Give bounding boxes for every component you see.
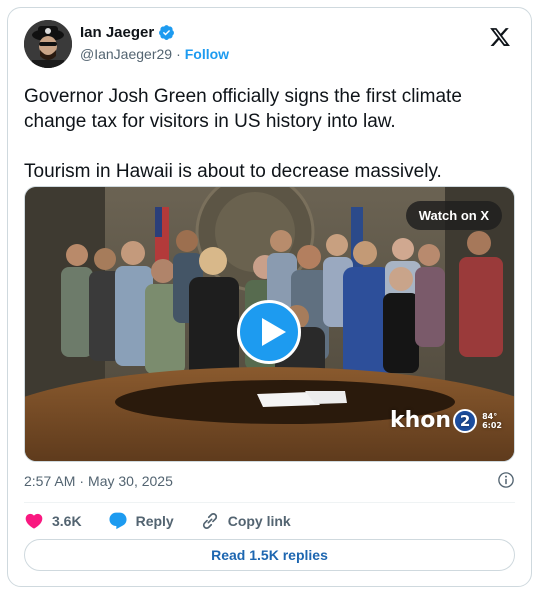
play-icon [262, 318, 286, 346]
video-player[interactable]: Watch on X khon 2 84° 6:02 [24, 186, 515, 462]
read-replies-button[interactable]: Read 1.5K replies [24, 539, 515, 571]
handle-row: @IanJaeger29 · Follow [80, 46, 229, 62]
verified-badge-icon [159, 25, 175, 40]
action-bar: 3.6K Reply Copy link [24, 511, 317, 531]
handle-separator: · [176, 46, 181, 62]
avatar[interactable] [24, 20, 72, 68]
reply-icon [109, 512, 127, 530]
author-handle[interactable]: @IanJaeger29 [80, 46, 172, 62]
divider [24, 502, 515, 503]
station-temp: 84° [482, 411, 498, 421]
watch-on-x-button[interactable]: Watch on X [405, 201, 502, 230]
like-button[interactable]: 3.6K [24, 511, 82, 531]
link-icon [202, 513, 217, 529]
station-info: 84° 6:02 [482, 412, 502, 430]
reply-label: Reply [135, 513, 174, 529]
info-icon[interactable] [497, 471, 515, 489]
copy-link-label: Copy link [227, 513, 291, 529]
like-count: 3.6K [52, 513, 82, 529]
station-number: 2 [453, 408, 478, 433]
follow-button[interactable]: Follow [185, 46, 229, 62]
tweet-card: Ian Jaeger @IanJaeger29 · Follow Governo… [7, 7, 532, 587]
read-replies-label: Read 1.5K replies [211, 547, 328, 563]
play-button[interactable] [237, 300, 301, 364]
reply-button[interactable]: Reply [108, 511, 174, 531]
timestamp-separator: · [79, 473, 85, 489]
station-logo: khon [390, 408, 452, 433]
tweet-timestamp[interactable]: 2:57 AM · May 30, 2025 [24, 473, 173, 489]
tweet-time: 2:57 AM [24, 473, 76, 489]
copy-link-button[interactable]: Copy link [200, 511, 291, 531]
tweet-text: Governor Josh Green officially signs the… [24, 86, 462, 182]
x-logo-icon[interactable] [489, 26, 511, 48]
tweet-date: May 30, 2025 [88, 473, 173, 489]
heart-icon [25, 513, 43, 529]
author-name[interactable]: Ian Jaeger [80, 24, 154, 41]
name-row: Ian Jaeger [80, 24, 175, 41]
station-time: 6:02 [482, 420, 502, 430]
tweet-header: Ian Jaeger @IanJaeger29 · Follow [24, 20, 515, 68]
station-watermark: khon 2 84° 6:02 [390, 408, 502, 433]
